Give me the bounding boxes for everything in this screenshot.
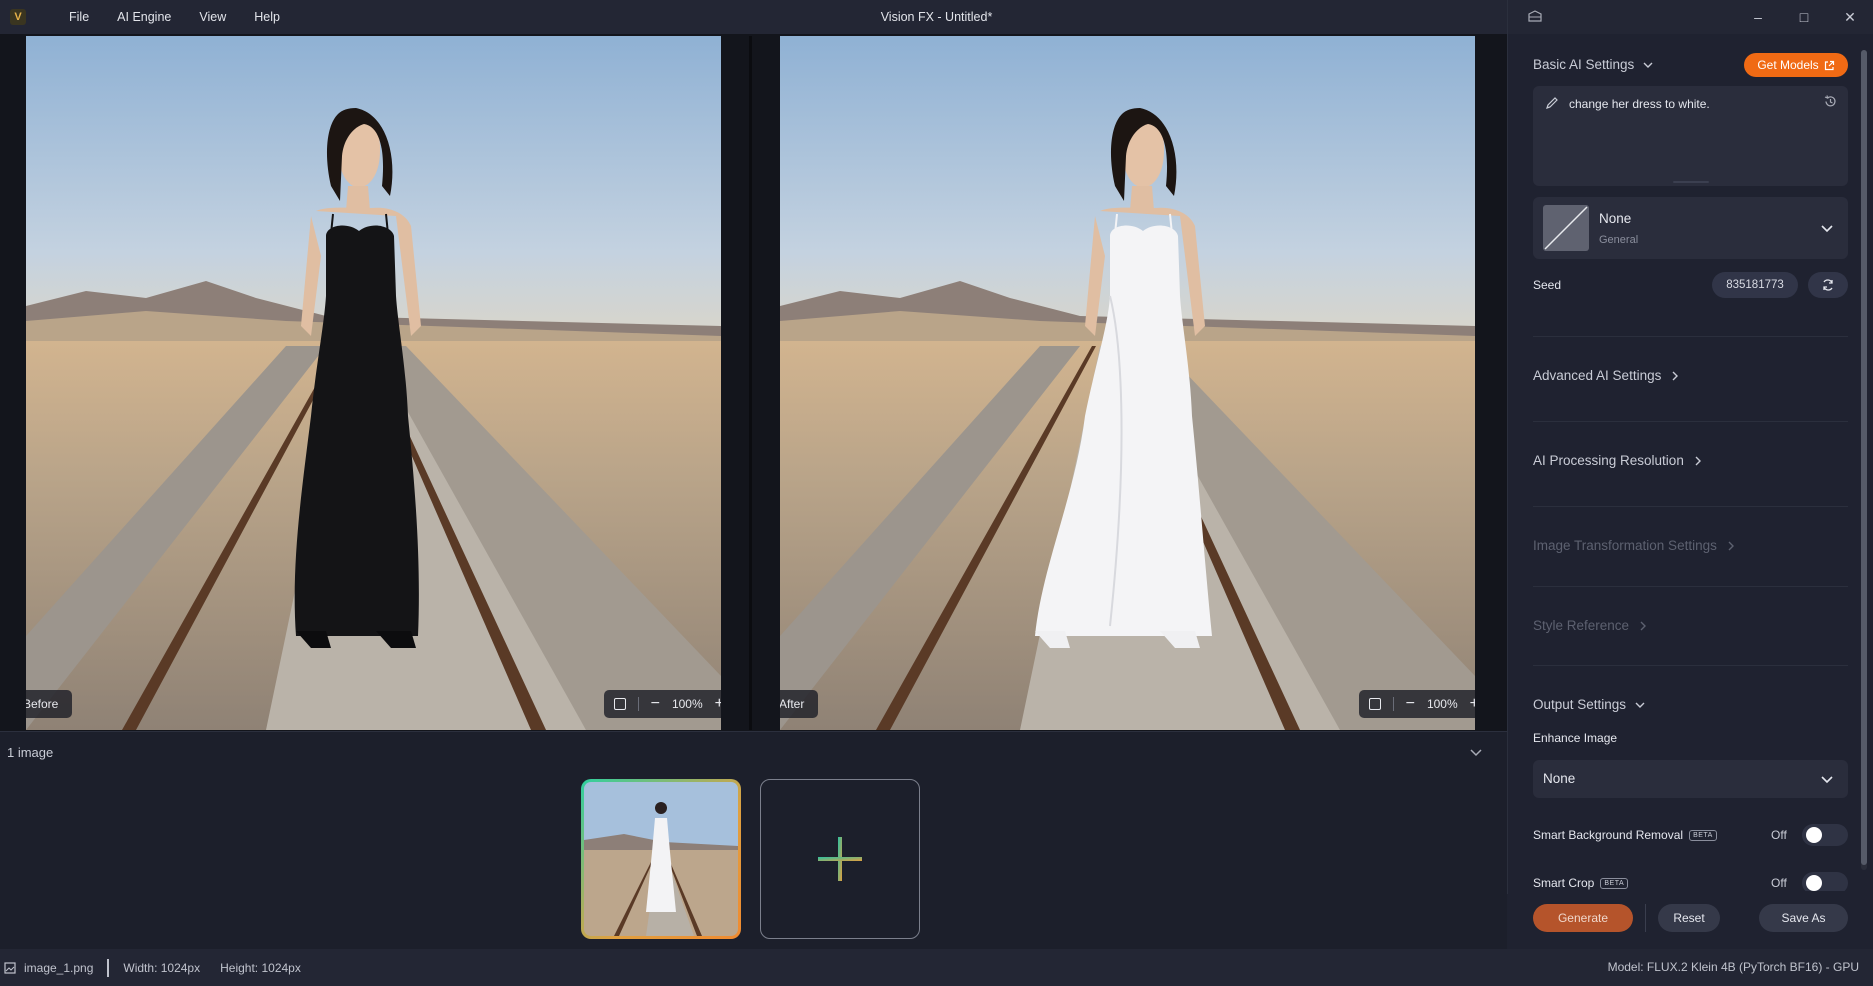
close-icon[interactable]: ✕: [1827, 0, 1873, 34]
enhance-image-label: Enhance Image: [1533, 731, 1618, 745]
ai-processing-resolution-header[interactable]: AI Processing Resolution: [1533, 453, 1704, 468]
chevron-right-icon: [1672, 371, 1679, 380]
model-preview: [1543, 205, 1589, 251]
scrollbar-thumb[interactable]: [1861, 50, 1867, 865]
compare-divider[interactable]: [749, 36, 752, 730]
seed-input[interactable]: 835181773: [1712, 272, 1798, 298]
beta-badge: BETA: [1689, 829, 1717, 841]
zoom-level: 100%: [671, 697, 703, 711]
smart-background-removal-state: Off: [1771, 828, 1787, 842]
beta-badge: BETA: [1600, 877, 1629, 889]
get-models-button[interactable]: Get Models: [1744, 53, 1848, 77]
smart-crop-toggle[interactable]: [1802, 872, 1848, 891]
title-bar: V File AI Engine View Help: [0, 0, 1507, 34]
menu-ai-engine[interactable]: AI Engine: [103, 10, 185, 24]
smart-crop-label: Smart Crop: [1533, 876, 1595, 890]
model-selector[interactable]: None General: [1533, 197, 1848, 259]
model-name: None: [1599, 211, 1632, 226]
zoom-level: 100%: [1426, 697, 1458, 711]
chevron-down-icon[interactable]: [1468, 744, 1484, 760]
status-model: Model: FLUX.2 Klein 4B (PyTorch BF16) - …: [1607, 960, 1859, 974]
prompt-text: change her dress to white.: [1569, 97, 1710, 111]
before-zoom-bar: − 100% +: [603, 690, 721, 718]
chevron-right-icon: [1728, 541, 1734, 550]
model-category: General: [1599, 234, 1639, 246]
before-panel[interactable]: Before − 100% +: [26, 36, 721, 730]
before-image: [26, 36, 721, 730]
output-settings-header[interactable]: Output Settings: [1533, 697, 1646, 712]
refresh-icon: [1823, 279, 1833, 291]
image-file-icon: [4, 961, 16, 974]
status-bar: image_1.png Width: 1024px Height: 1024px…: [0, 949, 1873, 986]
status-width: Width: 1024px: [123, 960, 201, 975]
smart-crop-row: Smart Crop BETA Off: [1533, 871, 1848, 891]
history-icon[interactable]: [1823, 94, 1838, 109]
seed-label: Seed: [1533, 278, 1562, 292]
after-panel[interactable]: After − 100% +: [780, 36, 1475, 730]
before-label: Before: [26, 690, 73, 718]
image-count: 1 image: [7, 745, 54, 760]
menu-file[interactable]: File: [55, 10, 103, 24]
chevron-down-icon: [1821, 225, 1833, 233]
basic-ai-settings-header[interactable]: Basic AI Settings: [1533, 57, 1654, 72]
zoom-out-icon[interactable]: −: [651, 696, 660, 712]
panel-icon[interactable]: [1527, 9, 1543, 25]
window-controls: – □ ✕: [1735, 0, 1873, 34]
menu-help[interactable]: Help: [240, 10, 294, 24]
randomize-seed-button[interactable]: [1808, 272, 1848, 298]
smart-background-removal-toggle[interactable]: [1802, 824, 1848, 846]
after-image: [780, 36, 1475, 730]
save-as-button[interactable]: Save As: [1759, 904, 1848, 932]
zoom-in-icon[interactable]: +: [1470, 696, 1475, 712]
fit-icon[interactable]: [1368, 698, 1381, 710]
image-transformation-settings-header: Image Transformation Settings: [1533, 538, 1737, 553]
filmstrip: 1 image: [0, 731, 1507, 949]
chevron-right-icon: [1640, 621, 1647, 630]
after-zoom-bar: − 100% +: [1358, 690, 1475, 718]
app-logo: V: [10, 9, 26, 25]
status-filename: image_1.png: [24, 960, 94, 975]
menu-bar: File AI Engine View Help: [55, 0, 294, 34]
minimize-icon[interactable]: –: [1735, 0, 1781, 34]
smart-background-removal-row: Smart Background Removal BETA Off: [1533, 823, 1848, 847]
generate-button[interactable]: Generate: [1533, 904, 1633, 932]
chevron-right-icon: [1695, 456, 1701, 465]
enhance-image-select[interactable]: None: [1533, 760, 1848, 798]
external-link-icon: [1824, 60, 1834, 70]
chevron-down-icon: [1643, 62, 1653, 68]
smart-crop-state: Off: [1771, 876, 1787, 890]
resize-grip[interactable]: [1673, 181, 1709, 183]
after-label: After: [780, 690, 819, 718]
image-thumbnail[interactable]: [581, 779, 741, 939]
prompt-input[interactable]: change her dress to white.: [1533, 86, 1848, 186]
thumbnail-image: [584, 782, 738, 936]
fit-icon[interactable]: [613, 698, 626, 710]
chevron-down-icon: [1821, 776, 1833, 784]
menu-view[interactable]: View: [185, 10, 240, 24]
zoom-in-icon[interactable]: +: [715, 696, 721, 712]
advanced-ai-settings-header[interactable]: Advanced AI Settings: [1533, 368, 1681, 383]
smart-background-removal-label: Smart Background Removal: [1533, 828, 1684, 842]
style-reference-header: Style Reference: [1533, 618, 1649, 633]
reset-button[interactable]: Reset: [1658, 904, 1720, 932]
add-image-button[interactable]: [760, 779, 920, 939]
zoom-out-icon[interactable]: −: [1406, 696, 1415, 712]
chevron-down-icon: [1635, 702, 1645, 708]
status-height: Height: 1024px: [220, 960, 301, 975]
plus-icon: [818, 837, 862, 881]
pencil-icon: [1546, 97, 1558, 109]
maximize-icon[interactable]: □: [1781, 0, 1827, 34]
